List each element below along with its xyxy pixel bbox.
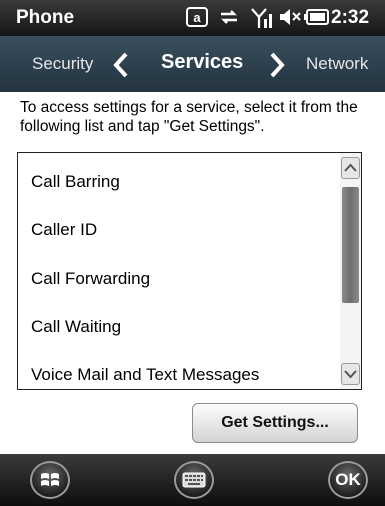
scroll-down-button[interactable]	[341, 363, 360, 385]
instructions-text: To access settings for a service, select…	[20, 99, 358, 135]
keyboard-icon	[182, 472, 206, 488]
start-button[interactable]	[30, 461, 70, 499]
tab-security[interactable]: Security	[32, 54, 93, 74]
list-item[interactable]: Caller ID	[31, 220, 97, 240]
chevron-right-icon[interactable]	[268, 52, 286, 83]
sync-icon[interactable]	[218, 6, 240, 33]
tab-network[interactable]: Network	[306, 54, 368, 74]
scroll-up-button[interactable]	[341, 157, 360, 179]
keyboard-button[interactable]	[174, 461, 214, 499]
status-bar: Phone a 2:32	[0, 0, 385, 36]
list-item[interactable]: Call Forwarding	[31, 269, 150, 289]
windows-start-icon	[41, 473, 59, 486]
list-item[interactable]: Voice Mail and Text Messages	[31, 365, 259, 385]
list-item[interactable]: Call Waiting	[31, 317, 121, 337]
ok-button[interactable]: OK	[328, 461, 368, 499]
svg-text:a: a	[193, 10, 201, 25]
signal-icon[interactable]	[250, 6, 274, 35]
tab-services[interactable]: Services	[161, 51, 243, 74]
clock[interactable]: 2:32	[331, 7, 369, 29]
app-title[interactable]: Phone	[16, 7, 74, 29]
volume-muted-icon[interactable]	[278, 6, 302, 33]
services-list[interactable]: Call Barring Caller ID Call Forwarding C…	[17, 152, 362, 390]
data-connection-icon[interactable]: a	[186, 6, 208, 33]
chevron-left-icon[interactable]	[112, 52, 130, 83]
scroll-thumb[interactable]	[342, 187, 359, 303]
scrollbar[interactable]	[340, 153, 361, 389]
battery-icon[interactable]	[303, 6, 329, 33]
list-item[interactable]: Call Barring	[31, 172, 120, 192]
tab-bar: Security Services Network	[0, 36, 385, 92]
chevron-down-icon	[344, 370, 357, 379]
bottom-bar: OK	[0, 454, 385, 506]
ok-label: OK	[335, 470, 361, 489]
get-settings-button[interactable]: Get Settings...	[192, 403, 358, 443]
chevron-up-icon	[344, 163, 357, 172]
